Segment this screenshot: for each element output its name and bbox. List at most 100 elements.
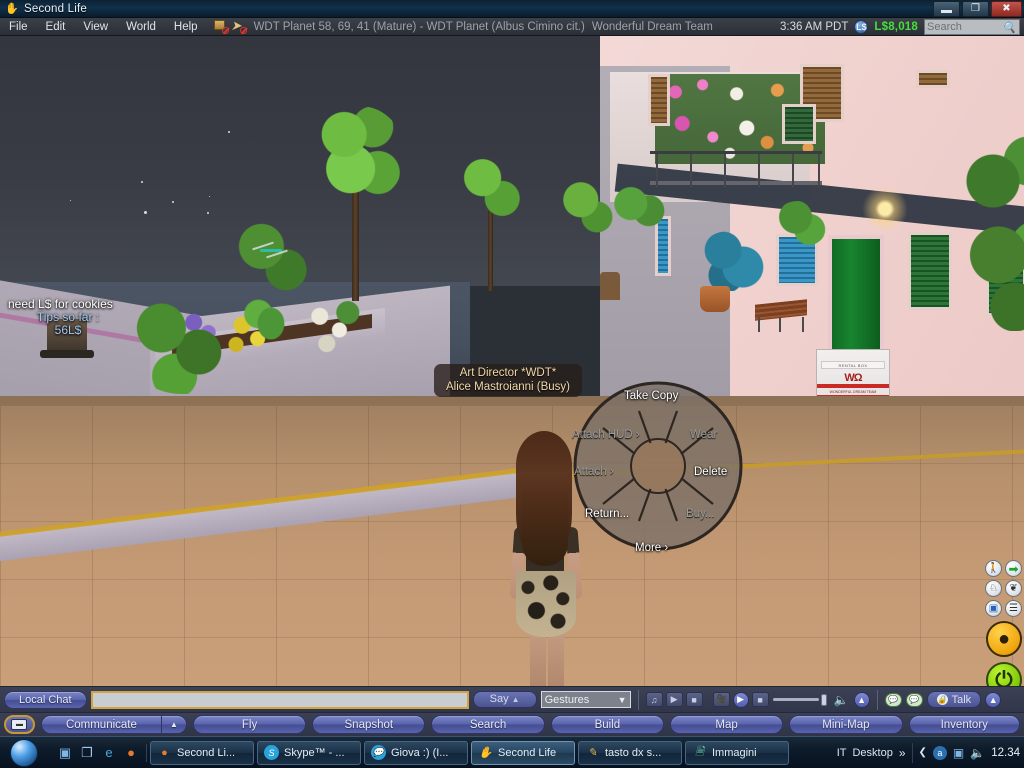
internet-explorer-icon[interactable]: e (100, 744, 118, 762)
fly-disabled-icon: ➤ (231, 19, 247, 34)
minimize-button[interactable] (933, 0, 960, 17)
chat-input-wrapper[interactable] (90, 690, 469, 709)
restore-button[interactable]: ❐ (962, 0, 989, 17)
taskbar-item-immagini[interactable]: 🗎 Immagini (685, 740, 789, 765)
door-icon[interactable]: ▣ (985, 600, 1002, 617)
taskbar-clock[interactable]: 12.34 (991, 747, 1020, 759)
voice-chat-icon[interactable]: 💬 (884, 692, 902, 707)
chevron-up-icon[interactable]: ▲ (512, 692, 520, 707)
media-play-icon[interactable]: ▶ (732, 691, 749, 708)
communicate-button[interactable]: Communicate (40, 715, 161, 734)
rental-box-header: RENTAL BOX (821, 361, 885, 369)
firefox-icon[interactable]: ● (122, 744, 140, 762)
parcel-flag-icons: ➤ (213, 19, 247, 34)
taskbar-item-giova-chat[interactable]: 💬 Giova :) (I... (364, 740, 468, 765)
language-indicator[interactable]: IT (837, 747, 847, 759)
second-life-hand-icon: ✋ (478, 747, 493, 759)
close-button[interactable]: ✖ (991, 0, 1022, 17)
taskbar-item-second-life-browser[interactable]: ● Second Li... (150, 740, 254, 765)
bottom-button-bar: ▬ Communicate ▲ Fly Snapshot Search Buil… (0, 712, 1024, 736)
play-icon[interactable]: ▶ (665, 692, 683, 707)
switch-windows-icon[interactable]: ❐ (78, 744, 96, 762)
desktop-toolbar-label[interactable]: Desktop (852, 747, 892, 759)
search-box[interactable]: 🔍 (924, 18, 1020, 35)
build-button[interactable]: Build (550, 715, 664, 734)
start-orb[interactable] (1, 738, 47, 768)
communicate-chevron-up-icon[interactable]: ▲ (160, 715, 187, 734)
antivirus-icon[interactable]: a (932, 745, 947, 760)
folder-icon: 🗎 (695, 746, 704, 758)
menu-edit[interactable]: Edit (37, 18, 75, 36)
chat-input[interactable] (96, 693, 463, 706)
chevron-down-icon[interactable]: ▼ (618, 695, 627, 705)
shutter-brown-top (916, 70, 950, 88)
talk-button[interactable]: 🔒 Talk (926, 691, 982, 708)
search-button[interactable]: Search (431, 715, 545, 734)
pie-item-buy: Buy... (686, 508, 715, 520)
network-icon[interactable]: ▣ (953, 746, 964, 760)
pie-item-return[interactable]: Return... (585, 508, 629, 520)
linden-coin-icon: L$ (854, 19, 869, 34)
sit-pose-icon[interactable]: ♘ (985, 580, 1002, 597)
voice-chevron-up-icon[interactable]: ▲ (985, 691, 1002, 708)
world-viewport[interactable]: RENTAL BOX WΩ WONDERFUL DREAM TEAM need … (0, 36, 1024, 686)
show-desktop-icon[interactable]: ▣ (56, 744, 74, 762)
local-chat-button[interactable]: Local Chat (4, 690, 87, 709)
say-button[interactable]: Say ▲ (472, 691, 537, 708)
taskbar-item-second-life[interactable]: ✋ Second Life (471, 740, 575, 765)
menu-file[interactable]: File (0, 18, 37, 36)
rental-box-object[interactable]: RENTAL BOX WΩ WONDERFUL DREAM TEAM (816, 349, 890, 399)
walk-icon[interactable]: 🚶 (985, 560, 1002, 577)
map-button[interactable]: Map (669, 715, 784, 734)
wall-lamp-glow (862, 186, 908, 232)
shutter-brown-upper-left (648, 74, 670, 126)
media-stop-icon[interactable]: ■ (751, 692, 769, 707)
system-tray: IT Desktop » ❮ a ▣ 🔈 12.34 (831, 742, 1020, 763)
taskbar-item-skype[interactable]: S Skype™ - ... (257, 740, 361, 765)
hud-panel[interactable]: 🚶 ➡ ♘ ❦ ▣ ☰ ● ⏻ (980, 560, 1022, 686)
volume-slider[interactable] (772, 693, 829, 707)
fly-button[interactable]: Fly (192, 715, 307, 734)
taskbar-label: tasto dx s... (605, 746, 662, 759)
green-arrow-icon[interactable]: ➡ (1005, 560, 1022, 577)
volume-icon[interactable]: 🔈 (833, 692, 850, 707)
parcel-name: Wonderful Dream Team (591, 20, 713, 33)
im-icon[interactable]: ▬ (4, 715, 35, 734)
chair-icon[interactable]: ● (986, 621, 1022, 657)
communicate-group: Communicate ▲ (40, 715, 187, 734)
list-icon[interactable]: ☰ (1005, 600, 1022, 617)
gestures-label: Gestures (544, 693, 590, 706)
green-creeper (774, 201, 828, 247)
stop-icon[interactable]: ■ (685, 692, 703, 707)
pie-item-more[interactable]: More › (635, 542, 668, 554)
voice-dot-icon[interactable]: 💬 (905, 692, 923, 707)
pie-item-take-copy[interactable]: Take Copy (624, 390, 678, 402)
search-input[interactable] (927, 20, 1005, 33)
menu-help[interactable]: Help (165, 18, 207, 36)
volume-icon[interactable]: 🔈 (970, 746, 985, 760)
dance-icon[interactable]: ❦ (1005, 580, 1022, 597)
menu-world[interactable]: World (117, 18, 165, 36)
balance-amount[interactable]: L$8,018 (874, 21, 918, 33)
pie-item-wear: Wear (690, 429, 718, 441)
snapshot-button[interactable]: Snapshot (312, 715, 426, 734)
distant-chair (600, 272, 620, 300)
pie-menu[interactable]: Take Copy Wear Delete Buy... More › Retu… (572, 381, 743, 554)
dragonfly (250, 241, 290, 259)
overflow-icon[interactable]: » (899, 746, 906, 760)
paint-icon: ✎ (587, 747, 598, 759)
audio-controls: ♫ ▶ ■ (645, 692, 703, 707)
audio-chevron-up-icon[interactable]: ▲ (853, 691, 870, 708)
inventory-button[interactable]: Inventory (908, 715, 1020, 734)
tip-jar-base (40, 350, 94, 358)
tree-right (960, 131, 1024, 331)
taskbar-item-tasto-dx[interactable]: ✎ tasto dx s... (578, 740, 682, 765)
pie-item-delete[interactable]: Delete (694, 466, 727, 478)
chevron-left-icon[interactable]: ❮ (919, 747, 927, 758)
tooltip-title: Art Director *WDT* (459, 367, 557, 379)
firefox-icon: ● (161, 746, 168, 759)
menu-view[interactable]: View (74, 18, 117, 36)
mini-map-button[interactable]: Mini-Map (789, 715, 903, 734)
power-icon[interactable]: ⏻ (986, 662, 1022, 686)
gestures-dropdown[interactable]: Gestures ▼ (540, 691, 631, 708)
